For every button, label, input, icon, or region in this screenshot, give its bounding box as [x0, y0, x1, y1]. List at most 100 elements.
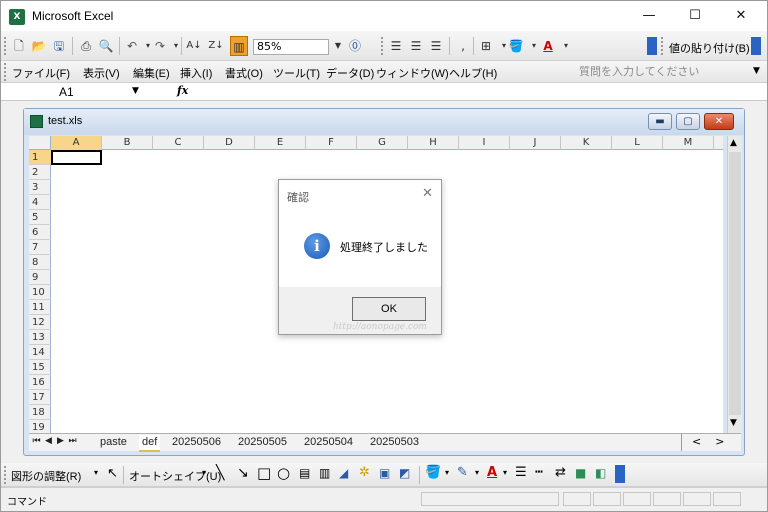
toolbar-options-icon[interactable]	[615, 465, 625, 483]
help-icon[interactable]: ⓪	[346, 36, 364, 56]
save-icon[interactable]: 🖫	[50, 36, 68, 56]
row-header[interactable]: 15	[29, 360, 51, 375]
sort-ascending-icon[interactable]: A↓	[185, 36, 203, 56]
select-all-corner[interactable]	[29, 136, 51, 150]
print-preview-icon[interactable]: 🔍	[97, 36, 115, 56]
row-header[interactable]: 2	[29, 165, 51, 180]
help-search-input[interactable]: 質問を入力してください	[577, 64, 749, 80]
prev-sheet-icon[interactable]: ◀	[43, 436, 54, 446]
column-header[interactable]: M	[663, 136, 714, 150]
scroll-thumb[interactable]	[729, 152, 741, 415]
arrow-style-icon[interactable]: ⇄	[555, 465, 566, 480]
column-header[interactable]: B	[102, 136, 153, 150]
column-header[interactable]: K	[561, 136, 612, 150]
draw-dropdown-icon[interactable]: ▾	[94, 468, 98, 477]
name-box-dropdown-icon[interactable]: ▼	[132, 86, 139, 96]
workbook-close-button[interactable]: ✕	[704, 113, 734, 130]
row-header[interactable]: 7	[29, 240, 51, 255]
line-icon[interactable]: ╲	[216, 465, 224, 481]
last-sheet-icon[interactable]: ⏭	[67, 436, 78, 446]
paste-values-button[interactable]: 値の貼り付け(B)	[669, 40, 750, 56]
row-header[interactable]: 17	[29, 390, 51, 405]
menu-help[interactable]: ヘルプ(H)	[449, 65, 497, 81]
row-header[interactable]: 9	[29, 270, 51, 285]
row-header[interactable]: 18	[29, 405, 51, 420]
column-header[interactable]: H	[408, 136, 459, 150]
chart-wizard-icon[interactable]: ▥	[230, 36, 248, 56]
sheet-tab-20250505[interactable]: 20250505	[235, 435, 290, 450]
column-header[interactable]: E	[255, 136, 306, 150]
column-header[interactable]: G	[357, 136, 408, 150]
menu-format[interactable]: 書式(O)	[225, 65, 263, 81]
column-header[interactable]: L	[612, 136, 663, 150]
menu-view[interactable]: 表示(V)	[83, 65, 120, 81]
sort-descending-icon[interactable]: Z↓	[207, 36, 225, 56]
column-header[interactable]: D	[204, 136, 255, 150]
maximize-button[interactable]: ☐	[672, 1, 718, 31]
workbook-restore-button[interactable]: ▢	[676, 113, 700, 130]
row-header[interactable]: 8	[29, 255, 51, 270]
menu-file[interactable]: ファイル(F)	[12, 65, 70, 81]
3d-icon[interactable]: ◧	[595, 466, 606, 480]
dash-style-icon[interactable]: ┅	[535, 465, 543, 480]
menu-window[interactable]: ウィンドウ(W)	[376, 65, 449, 81]
clipart-icon[interactable]: ▣	[379, 466, 390, 480]
row-header[interactable]: 1	[29, 150, 51, 165]
column-header[interactable]: C	[153, 136, 204, 150]
fill-color-dropdown-icon[interactable]: ▾	[445, 468, 449, 477]
align-center-icon[interactable]: ☰	[407, 36, 425, 56]
fill-color-icon[interactable]: 🪣	[425, 465, 441, 480]
sheet-tab-20250504[interactable]: 20250504	[301, 435, 356, 450]
toolbar-options-icon[interactable]	[647, 37, 657, 55]
column-header[interactable]: J	[510, 136, 561, 150]
toolbar-grip[interactable]	[381, 37, 384, 55]
row-header[interactable]: 12	[29, 315, 51, 330]
vertical-textbox-icon[interactable]: ▥	[319, 466, 330, 480]
column-header[interactable]: A	[51, 136, 102, 150]
menu-tools[interactable]: ツール(T)	[273, 65, 320, 81]
workbook-minimize-button[interactable]: ▬	[648, 113, 672, 130]
sheet-tab-paste[interactable]: paste	[97, 435, 130, 450]
formula-input[interactable]	[197, 83, 765, 100]
autoshapes-dropdown-icon[interactable]: ▾	[202, 468, 206, 477]
sheet-tab-20250506[interactable]: 20250506	[169, 435, 224, 450]
active-cell[interactable]	[51, 150, 102, 165]
redo-dropdown-icon[interactable]: ▾	[167, 36, 185, 56]
next-sheet-icon[interactable]: ▶	[55, 436, 66, 446]
textbox-icon[interactable]: ▤	[299, 466, 310, 480]
new-file-icon[interactable]: 🗋	[10, 36, 28, 56]
diagram-icon[interactable]: ✲	[359, 465, 370, 480]
toolbar-grip[interactable]	[661, 37, 664, 55]
line-style-icon[interactable]: ☰	[515, 465, 527, 480]
comma-style-icon[interactable]: ,	[454, 36, 472, 56]
font-color-icon[interactable]: A	[539, 36, 557, 56]
fill-color-icon[interactable]: 🪣	[507, 36, 525, 56]
zoom-select[interactable]: 85%	[253, 39, 329, 55]
menu-insert[interactable]: 挿入(I)	[180, 65, 212, 81]
vertical-scrollbar[interactable]: ▲ ▼	[727, 136, 742, 433]
row-header[interactable]: 11	[29, 300, 51, 315]
menu-data[interactable]: データ(D)	[326, 65, 374, 81]
row-header[interactable]: 6	[29, 225, 51, 240]
scroll-up-icon[interactable]: ▲	[730, 138, 737, 148]
select-objects-icon[interactable]: ↖	[107, 466, 118, 481]
row-header[interactable]: 4	[29, 195, 51, 210]
zoom-dropdown-icon[interactable]: ▼	[329, 36, 347, 56]
hscroll-buttons[interactable]: < >	[681, 434, 739, 451]
toolbar-grip[interactable]	[4, 466, 7, 484]
dialog-close-icon[interactable]: ✕	[422, 186, 433, 201]
draw-menu-button[interactable]: 図形の調整(R)	[11, 468, 81, 484]
scroll-down-icon[interactable]: ▼	[730, 418, 737, 428]
line-color-icon[interactable]: ✎	[457, 465, 468, 480]
font-color-dropdown-icon[interactable]: ▾	[503, 468, 507, 477]
align-right-icon[interactable]: ☰	[427, 36, 445, 56]
name-box[interactable]: A1	[59, 85, 74, 99]
sheet-tab-20250503[interactable]: 20250503	[367, 435, 422, 450]
row-header[interactable]: 3	[29, 180, 51, 195]
picture-icon[interactable]: ◩	[399, 466, 410, 480]
fx-icon[interactable]: fx	[177, 84, 188, 97]
minimize-button[interactable]: —	[626, 1, 672, 31]
borders-icon[interactable]: ⊞	[477, 36, 495, 56]
column-header[interactable]: F	[306, 136, 357, 150]
menu-grip[interactable]	[4, 63, 7, 81]
